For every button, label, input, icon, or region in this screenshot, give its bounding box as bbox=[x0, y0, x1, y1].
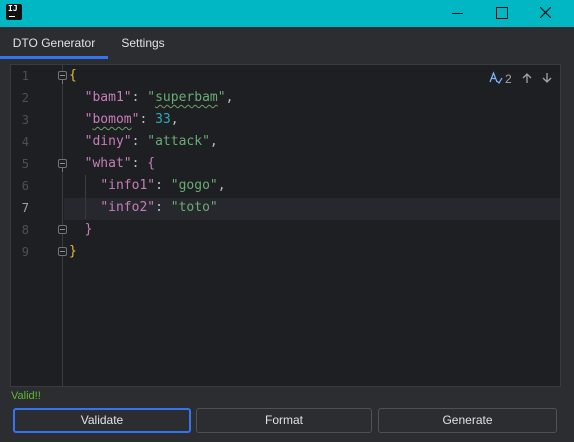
maximize-button[interactable] bbox=[478, 0, 524, 27]
arrow-up-icon[interactable] bbox=[521, 72, 533, 87]
code-line-4: "diny": "attack", bbox=[84, 134, 218, 149]
code-line-1: { bbox=[69, 65, 77, 87]
tab-settings[interactable]: Settings bbox=[108, 27, 178, 59]
intellij-app-icon: IJ bbox=[4, 2, 24, 22]
format-button[interactable]: Format bbox=[196, 408, 372, 433]
line-number: 8 bbox=[21, 223, 29, 237]
window-edge bbox=[568, 27, 574, 442]
close-icon bbox=[540, 7, 551, 18]
editor-gutter: 1 2 3 4 5 6 7 8 9 bbox=[11, 65, 63, 386]
close-button[interactable] bbox=[522, 0, 568, 27]
generate-button[interactable]: Generate bbox=[378, 408, 557, 433]
fold-collapse-icon[interactable] bbox=[58, 159, 67, 172]
code-line-5: "what": { bbox=[84, 156, 156, 171]
code-line-2: "bam1": "superbam", bbox=[84, 90, 234, 105]
inspection-count: 2 bbox=[505, 72, 512, 86]
validation-status: Valid!! bbox=[11, 390, 41, 402]
code-line-6: "info1": "gogo", bbox=[100, 178, 226, 193]
line-number-current: 7 bbox=[21, 201, 29, 215]
json-editor[interactable]: 1 2 3 4 5 6 7 8 9 { "bam1": "superbam", … bbox=[10, 64, 561, 387]
code-line-9: } bbox=[69, 244, 77, 259]
line-number: 9 bbox=[21, 245, 29, 259]
line-number: 4 bbox=[21, 135, 29, 149]
validate-button[interactable]: Validate bbox=[13, 408, 191, 433]
fold-end-icon[interactable] bbox=[58, 225, 67, 234]
spellcheck-icon bbox=[489, 71, 503, 88]
code-line-7: "info2": "toto" bbox=[100, 200, 218, 215]
code-line-8: } bbox=[84, 222, 93, 237]
fold-collapse-icon[interactable] bbox=[58, 71, 67, 84]
line-number: 3 bbox=[21, 113, 29, 127]
tab-bar: DTO Generator Settings bbox=[0, 27, 574, 59]
line-number: 1 bbox=[21, 69, 29, 83]
minimize-button[interactable] bbox=[434, 0, 480, 27]
line-number: 5 bbox=[21, 157, 29, 171]
tab-dto-generator[interactable]: DTO Generator bbox=[0, 27, 108, 59]
fold-end-icon[interactable] bbox=[58, 247, 67, 256]
arrow-down-icon[interactable] bbox=[541, 72, 553, 87]
line-number: 2 bbox=[21, 91, 29, 105]
title-bar[interactable]: IJ bbox=[0, 0, 574, 27]
dto-generator-window: IJ DTO Generator Settings 1 2 3 4 5 6 7 … bbox=[0, 0, 574, 442]
line-number: 6 bbox=[21, 179, 29, 193]
code-line-3: "bomom": 33, bbox=[84, 112, 179, 127]
json-open-brace: { bbox=[69, 68, 77, 83]
